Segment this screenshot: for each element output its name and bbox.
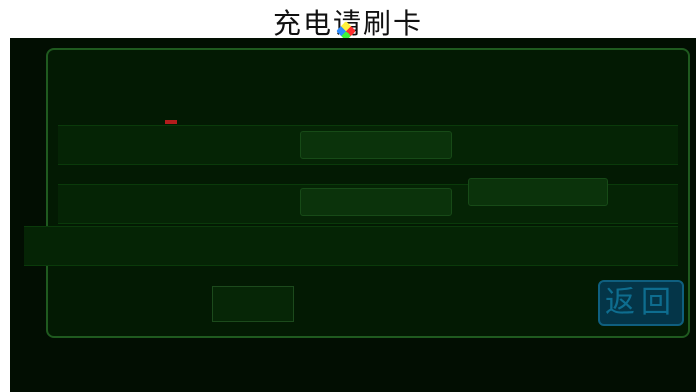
status-indicator: [165, 120, 177, 124]
info-row: [24, 226, 678, 266]
card-input-box: [212, 286, 294, 322]
back-button[interactable]: 返回: [598, 280, 684, 326]
value-field: [300, 188, 452, 216]
value-field: [468, 178, 608, 206]
value-field: [300, 131, 452, 159]
